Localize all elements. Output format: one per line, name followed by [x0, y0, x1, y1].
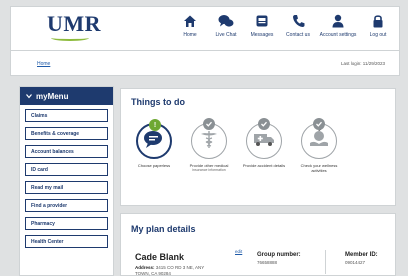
lock-icon [372, 13, 384, 29]
my-menu-sidebar: myMenu Claims Benefits & coverage Accoun… [19, 86, 114, 276]
breadcrumb-bar: Home Last login: 11/29/2023 [10, 51, 400, 76]
nav-live-chat-label: Live Chat [215, 32, 237, 38]
member-name: Cade Blank [135, 252, 185, 262]
address-line-1: 3415 CO RD 3 NE, ANY [155, 265, 205, 270]
chevron-down-icon [26, 92, 32, 101]
task-circle[interactable] [191, 118, 227, 159]
task-wellness-activities[interactable]: Check your wellness activities [296, 118, 342, 173]
member-id-label: Member ID: [345, 252, 378, 258]
top-header: UMR Home Live Chat Messages Contact us A… [10, 6, 400, 51]
group-number-block: Group number: 76658888 [257, 252, 301, 265]
group-number-label: Group number: [257, 252, 301, 258]
task-choose-paperless[interactable]: ! Choose paperless [131, 119, 177, 173]
edit-address-link[interactable]: edit [235, 249, 242, 254]
task-other-medical-insurance[interactable]: Provide other medical insurance informat… [186, 118, 232, 173]
top-nav: Home Live Chat Messages Contact us Accou… [175, 13, 393, 38]
phone-icon [292, 13, 305, 29]
address-line-2: TOWN, CA 90284 [135, 271, 171, 276]
nav-contact-us-label: Contact us [286, 32, 310, 38]
nav-account-settings-label: Account settings [319, 32, 357, 38]
alert-badge-icon: ! [149, 119, 161, 131]
sidebar-item-benefits-coverage[interactable]: Benefits & coverage [25, 127, 108, 140]
home-icon [183, 13, 197, 29]
wellness-icon [308, 128, 330, 154]
umr-logo[interactable]: UMR [47, 11, 101, 37]
sidebar-item-read-my-mail[interactable]: Read my mail [25, 181, 108, 194]
sidebar-item-pharmacy[interactable]: Pharmacy [25, 217, 108, 230]
check-badge-icon [203, 118, 215, 130]
messages-icon [255, 13, 269, 29]
my-menu-title: myMenu [36, 91, 69, 101]
ambulance-icon [253, 131, 275, 152]
plan-details-title: My plan details [131, 224, 196, 234]
check-badge-icon [313, 118, 325, 130]
task-circle[interactable] [301, 118, 337, 159]
nav-live-chat[interactable]: Live Chat [211, 13, 241, 38]
sidebar-item-account-balances[interactable]: Account balances [25, 145, 108, 158]
nav-messages[interactable]: Messages [247, 13, 277, 38]
nav-log-out-label: Log out [369, 32, 387, 38]
nav-home-label: Home [183, 32, 197, 38]
things-to-do-title: Things to do [131, 97, 185, 107]
task-accident-details[interactable]: Provide accident details [241, 118, 287, 173]
task-label: Provide accident details [242, 163, 286, 168]
task-circle[interactable]: ! [136, 119, 172, 159]
my-menu-list: Claims Benefits & coverage Account balan… [20, 105, 113, 252]
nav-log-out[interactable]: Log out [363, 13, 393, 38]
nav-home[interactable]: Home [175, 13, 205, 38]
task-list: ! Choose paperless Provide other medical… [131, 118, 342, 173]
paperless-icon [143, 129, 165, 154]
my-menu-header[interactable]: myMenu [20, 87, 113, 105]
member-id-block: Member ID: 09014427 [345, 252, 378, 265]
nav-messages-label: Messages [250, 32, 274, 38]
chat-icon [218, 13, 234, 29]
task-circle[interactable] [246, 118, 282, 159]
divider [325, 250, 326, 274]
sidebar-item-claims[interactable]: Claims [25, 109, 108, 122]
address-label: Address: [135, 265, 155, 270]
sidebar-item-id-card[interactable]: ID card [25, 163, 108, 176]
sidebar-item-find-a-provider[interactable]: Find a provider [25, 199, 108, 212]
nav-contact-us[interactable]: Contact us [283, 13, 313, 38]
task-sublabel: insurance information [192, 168, 226, 172]
user-icon [331, 13, 345, 29]
plan-details-card: My plan details Cade Blank Address: 3415… [120, 213, 396, 276]
member-id-value: 09014427 [345, 260, 366, 265]
logo-swoosh [51, 35, 89, 41]
group-number-value: 76658888 [257, 260, 278, 265]
task-label: Choose paperless [137, 163, 171, 168]
last-login-text: Last login: 11/29/2023 [341, 61, 385, 66]
sidebar-item-health-center[interactable]: Health Center [25, 235, 108, 248]
things-to-do-card: Things to do ! Choose paperless Provide … [120, 88, 396, 206]
nav-account-settings[interactable]: Account settings [319, 13, 357, 38]
task-label: Check your wellness activities [300, 163, 338, 173]
breadcrumb-home-link[interactable]: Home [37, 61, 50, 67]
check-badge-icon [258, 118, 270, 130]
caduceus-icon [198, 128, 220, 155]
member-address: Address: 3415 CO RD 3 NE, ANY TOWN, CA 9… [135, 265, 225, 276]
